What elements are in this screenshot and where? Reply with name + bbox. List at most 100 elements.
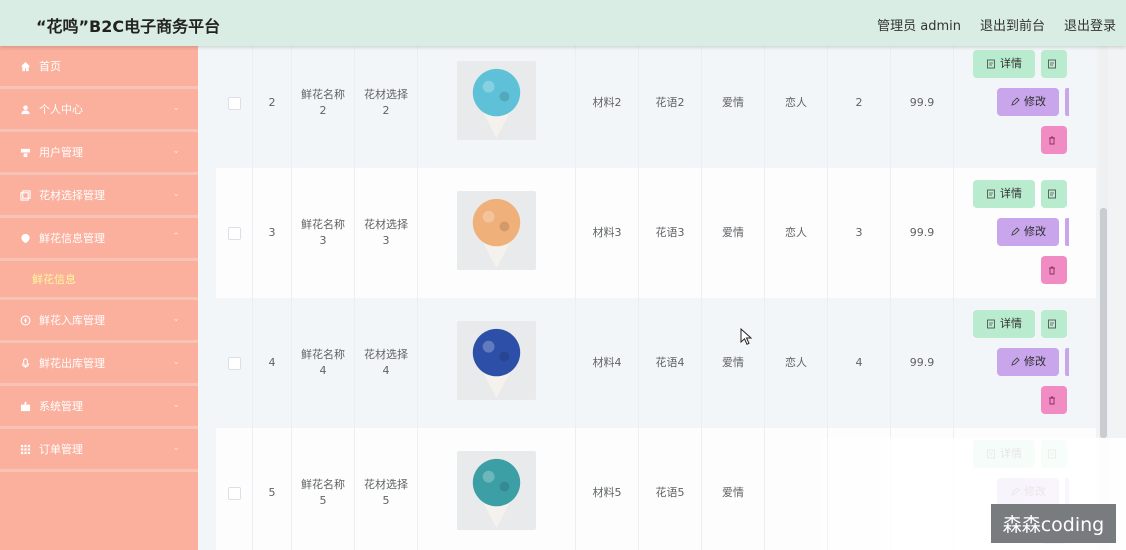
sidebar-item-label: 鲜花入库管理 xyxy=(39,314,105,327)
extra-button[interactable] xyxy=(1041,180,1067,208)
detail-button[interactable]: 详情 xyxy=(973,50,1035,78)
header-nav: 管理员 admin 退出到前台 退出登录 xyxy=(877,15,1116,34)
admin-label: 管理员 admin xyxy=(877,19,961,34)
table-cell xyxy=(418,298,576,428)
edit-edge-button[interactable] xyxy=(1065,88,1069,116)
mouse-cursor-icon xyxy=(740,328,753,345)
actions-cell: 详情修改 xyxy=(954,298,1096,428)
actions-cell: 详情修改 xyxy=(954,168,1096,298)
flower-name: 鲜花名称 4 xyxy=(301,348,345,377)
table-cell: 爱情 xyxy=(702,168,765,298)
detail-button[interactable]: 详情 xyxy=(973,180,1035,208)
sidebar-item-materials[interactable]: 花材选择管理 ⌄ xyxy=(0,175,198,218)
row-checkbox[interactable] xyxy=(227,226,241,240)
home-icon xyxy=(18,59,32,73)
table-cell: 花材选择 5 xyxy=(355,428,418,550)
sidebar-item-label: 花材选择管理 xyxy=(39,189,105,202)
table-cell: 花材选择 3 xyxy=(355,168,418,298)
sidebar-item-orders[interactable]: 订单管理 ⌄ xyxy=(0,429,198,472)
delete-button[interactable] xyxy=(1041,126,1067,154)
price-cell: 99.9 xyxy=(909,226,935,239)
detail-button[interactable]: 详情 xyxy=(973,310,1035,338)
flower-name: 鲜花名称 5 xyxy=(301,478,345,507)
extra-button[interactable] xyxy=(1041,50,1067,78)
flower-image xyxy=(457,451,536,535)
table-cell: 爱情 xyxy=(702,46,765,168)
grid-icon xyxy=(18,442,32,456)
chevron-down-icon: ⌄ xyxy=(172,146,180,156)
sidebar-item-users[interactable]: 用户管理 ⌄ xyxy=(0,132,198,175)
edit-edge-button[interactable] xyxy=(1065,348,1069,376)
sidebar-item-home[interactable]: 首页 xyxy=(0,46,198,89)
edit-edge-button[interactable] xyxy=(1065,218,1069,246)
row-id: 2 xyxy=(268,96,276,109)
table-cell: 2 xyxy=(253,46,292,168)
material-cell: 材料4 xyxy=(592,356,622,369)
chevron-down-icon: ⌄ xyxy=(172,103,180,113)
table-cell: 花材选择 2 xyxy=(355,46,418,168)
flower-image xyxy=(457,191,536,275)
sidebar-item-personal[interactable]: 个人中心 ⌄ xyxy=(0,89,198,132)
logout-link[interactable]: 退出登录 xyxy=(1064,15,1116,34)
material-cell: 材料3 xyxy=(592,226,622,239)
table-row: 3 鲜花名称 3 花材选择 3 材料3 花语3 爱情 恋人 3 99.9 详情 修改 xyxy=(216,168,1096,299)
table-cell: 4 xyxy=(828,298,891,428)
edit-button[interactable]: 修改 xyxy=(997,218,1059,246)
row-checkbox[interactable] xyxy=(227,486,241,500)
chevron-up-icon: ⌃ xyxy=(172,232,180,242)
user-manage-icon xyxy=(18,145,32,159)
top-header: “花鸣”B2C电子商务平台 管理员 admin 退出到前台 退出登录 xyxy=(0,0,1126,46)
material-choice: 花材选择 2 xyxy=(364,88,408,117)
table-cell: 花材选择 4 xyxy=(355,298,418,428)
back-to-front-link[interactable]: 退出到前台 xyxy=(980,15,1045,34)
edit-button[interactable]: 修改 xyxy=(997,348,1059,376)
sidebar-subitem-flower-info[interactable]: 鲜花信息 xyxy=(0,261,198,300)
user-icon xyxy=(18,102,32,116)
material-choice: 花材选择 5 xyxy=(364,478,408,507)
delete-button[interactable] xyxy=(1041,386,1067,414)
edit-button[interactable]: 修改 xyxy=(997,88,1059,116)
sidebar-item-label: 鲜花信息管理 xyxy=(39,232,105,245)
table-cell xyxy=(216,298,253,428)
table-cell: 材料3 xyxy=(576,168,639,298)
sidebar-item-flower-info[interactable]: 鲜花信息管理 ⌃ xyxy=(0,218,198,261)
row-checkbox[interactable] xyxy=(227,96,241,110)
row-id: 3 xyxy=(268,226,276,239)
sidebar-item-label: 订单管理 xyxy=(39,443,83,456)
table-cell: 花语5 xyxy=(639,428,702,550)
cog-icon xyxy=(18,399,32,413)
table-cell xyxy=(418,46,576,168)
material-cell: 材料5 xyxy=(592,486,622,499)
flower-name: 鲜花名称 3 xyxy=(301,218,345,247)
table-cell: 99.9 xyxy=(891,298,954,428)
copy-icon xyxy=(18,188,32,202)
table-cell: 3 xyxy=(253,168,292,298)
row-checkbox[interactable] xyxy=(227,356,241,370)
table-row: 4 鲜花名称 4 花材选择 4 材料4 花语4 爱情 恋人 4 99.9 详情 修改 xyxy=(216,298,1096,429)
table-cell: 材料5 xyxy=(576,428,639,550)
type-cell: 爱情 xyxy=(722,356,744,369)
table-cell: 鲜花名称 4 xyxy=(292,298,355,428)
table-cell: 鲜花名称 5 xyxy=(292,428,355,550)
sidebar: 首页 个人中心 ⌄ 用户管理 ⌄ 花材选择管理 ⌄ 鲜花信息管理 ⌃ 鲜花信息 … xyxy=(0,46,198,550)
chevron-down-icon: ⌄ xyxy=(172,357,180,367)
chevron-down-icon: ⌄ xyxy=(172,189,180,199)
target-cell: 恋人 xyxy=(785,356,807,369)
app-title: “花鸣”B2C电子商务平台 xyxy=(36,17,221,36)
extra-button[interactable] xyxy=(1041,310,1067,338)
table-cell: 鲜花名称 3 xyxy=(292,168,355,298)
table-cell: 99.9 xyxy=(891,168,954,298)
flower-image xyxy=(457,61,536,145)
sidebar-item-stock-out[interactable]: 鲜花出库管理 ⌄ xyxy=(0,343,198,386)
flower-language-cell: 花语5 xyxy=(655,486,685,499)
material-choice: 花材选择 4 xyxy=(364,348,408,377)
actions-cell: 详情修改 xyxy=(954,46,1096,168)
table-cell: 爱情 xyxy=(702,298,765,428)
scrollbar-thumb[interactable] xyxy=(1100,208,1107,438)
chevron-down-icon: ⌄ xyxy=(172,400,180,410)
table-cell: 恋人 xyxy=(765,168,828,298)
sidebar-item-stock-in[interactable]: 鲜花入库管理 ⌄ xyxy=(0,300,198,343)
sidebar-item-label: 首页 xyxy=(39,60,61,73)
sidebar-item-system[interactable]: 系统管理 ⌄ xyxy=(0,386,198,429)
delete-button[interactable] xyxy=(1041,256,1067,284)
